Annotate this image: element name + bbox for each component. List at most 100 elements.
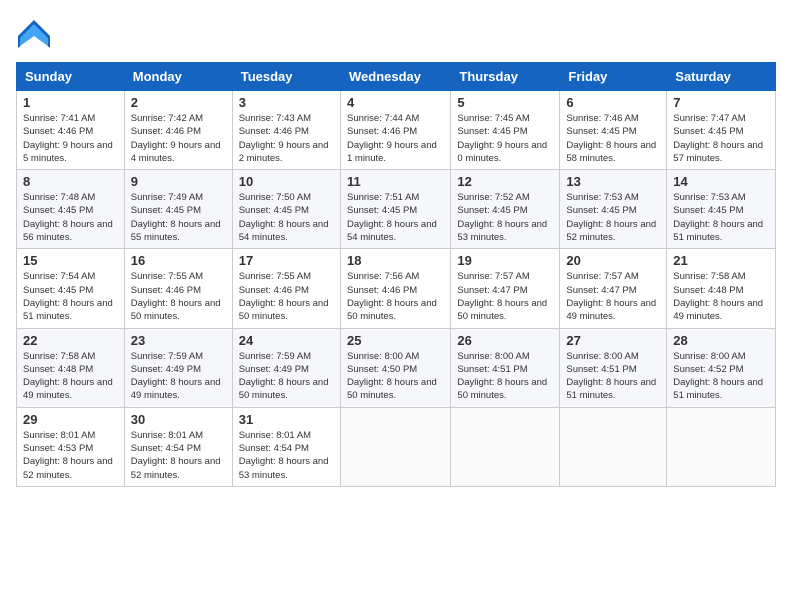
day-info: Sunrise: 7:58 AMSunset: 4:48 PMDaylight:… (23, 350, 118, 403)
col-header-monday: Monday (124, 63, 232, 91)
day-number: 28 (673, 333, 769, 348)
calendar-cell: 7Sunrise: 7:47 AMSunset: 4:45 PMDaylight… (667, 91, 776, 170)
col-header-sunday: Sunday (17, 63, 125, 91)
day-info: Sunrise: 7:44 AMSunset: 4:46 PMDaylight:… (347, 112, 444, 165)
calendar-cell: 24 Sunrise: 7:59 AMSunset: 4:49 PMDayligh… (232, 328, 340, 407)
day-number: 31 (239, 412, 334, 427)
calendar-row: 1 Sunrise: 7:41 AMSunset: 4:46 PMDaylight… (17, 91, 776, 170)
calendar-cell: 19 Sunrise: 7:57 AMSunset: 4:47 PMDayligh… (451, 249, 560, 328)
calendar-cell: 9Sunrise: 7:49 AMSunset: 4:45 PMDaylight… (124, 170, 232, 249)
day-info: Sunrise: 7:57 AMSunset: 4:47 PMDaylight:… (566, 270, 660, 323)
calendar-cell: 21 Sunrise: 7:58 AMSunset: 4:48 PMDayligh… (667, 249, 776, 328)
day-number: 15 (23, 253, 118, 268)
calendar-cell: 27 Sunrise: 8:00 AMSunset: 4:51 PMDayligh… (560, 328, 667, 407)
calendar-header: SundayMondayTuesdayWednesdayThursdayFrid… (17, 63, 776, 91)
calendar-cell (340, 407, 450, 486)
calendar-cell: 15 Sunrise: 7:54 AMSunset: 4:45 PMDayligh… (17, 249, 125, 328)
day-number: 12 (457, 174, 553, 189)
day-number: 27 (566, 333, 660, 348)
day-info: Sunrise: 7:55 AMSunset: 4:46 PMDaylight:… (239, 270, 334, 323)
calendar-cell: 31Sunrise: 8:01 AMSunset: 4:54 PMDayligh… (232, 407, 340, 486)
col-header-wednesday: Wednesday (340, 63, 450, 91)
day-number: 11 (347, 174, 444, 189)
day-info: Sunrise: 7:54 AMSunset: 4:45 PMDaylight:… (23, 270, 118, 323)
day-number: 9 (131, 174, 226, 189)
day-info: Sunrise: 7:59 AMSunset: 4:49 PMDaylight:… (131, 350, 226, 403)
logo-icon (16, 16, 52, 52)
day-info: Sunrise: 7:50 AMSunset: 4:45 PMDaylight:… (239, 191, 334, 244)
calendar-cell: 11 Sunrise: 7:51 AMSunset: 4:45 PMDayligh… (340, 170, 450, 249)
day-number: 14 (673, 174, 769, 189)
calendar-cell: 18 Sunrise: 7:56 AMSunset: 4:46 PMDayligh… (340, 249, 450, 328)
day-number: 20 (566, 253, 660, 268)
header-row: SundayMondayTuesdayWednesdayThursdayFrid… (17, 63, 776, 91)
calendar-cell: 4 Sunrise: 7:44 AMSunset: 4:46 PMDaylight… (340, 91, 450, 170)
page-header (16, 16, 776, 52)
day-number: 26 (457, 333, 553, 348)
calendar-cell: 28 Sunrise: 8:00 AMSunset: 4:52 PMDayligh… (667, 328, 776, 407)
calendar-cell: 3 Sunrise: 7:43 AMSunset: 4:46 PMDaylight… (232, 91, 340, 170)
day-info: Sunrise: 7:52 AMSunset: 4:45 PMDaylight:… (457, 191, 553, 244)
col-header-friday: Friday (560, 63, 667, 91)
day-info: Sunrise: 7:53 AMSunset: 4:45 PMDaylight:… (673, 191, 769, 244)
day-info: Sunrise: 8:01 AMSunset: 4:54 PMDaylight:… (131, 429, 226, 482)
calendar-cell: 8Sunrise: 7:48 AMSunset: 4:45 PMDaylight… (17, 170, 125, 249)
day-info: Sunrise: 7:53 AMSunset: 4:45 PMDaylight:… (566, 191, 660, 244)
calendar-row: 8Sunrise: 7:48 AMSunset: 4:45 PMDaylight… (17, 170, 776, 249)
col-header-tuesday: Tuesday (232, 63, 340, 91)
calendar-cell: 5 Sunrise: 7:45 AMSunset: 4:45 PMDaylight… (451, 91, 560, 170)
day-number: 1 (23, 95, 118, 110)
day-info: Sunrise: 7:48 AMSunset: 4:45 PMDaylight:… (23, 191, 118, 244)
day-number: 30 (131, 412, 226, 427)
calendar-cell (451, 407, 560, 486)
day-info: Sunrise: 8:01 AMSunset: 4:53 PMDaylight:… (23, 429, 118, 482)
day-number: 6 (566, 95, 660, 110)
day-number: 29 (23, 412, 118, 427)
calendar-row: 29 Sunrise: 8:01 AMSunset: 4:53 PMDayligh… (17, 407, 776, 486)
day-number: 3 (239, 95, 334, 110)
calendar-cell: 1 Sunrise: 7:41 AMSunset: 4:46 PMDaylight… (17, 91, 125, 170)
day-info: Sunrise: 7:42 AMSunset: 4:46 PMDaylight:… (131, 112, 226, 165)
day-number: 18 (347, 253, 444, 268)
day-number: 24 (239, 333, 334, 348)
day-number: 10 (239, 174, 334, 189)
calendar-cell: 12 Sunrise: 7:52 AMSunset: 4:45 PMDayligh… (451, 170, 560, 249)
day-info: Sunrise: 8:00 AMSunset: 4:51 PMDaylight:… (566, 350, 660, 403)
calendar-cell: 16Sunrise: 7:55 AMSunset: 4:46 PMDayligh… (124, 249, 232, 328)
day-info: Sunrise: 7:58 AMSunset: 4:48 PMDaylight:… (673, 270, 769, 323)
calendar-cell: 17 Sunrise: 7:55 AMSunset: 4:46 PMDayligh… (232, 249, 340, 328)
day-number: 4 (347, 95, 444, 110)
day-info: Sunrise: 7:41 AMSunset: 4:46 PMDaylight:… (23, 112, 118, 165)
day-info: Sunrise: 7:55 AMSunset: 4:46 PMDaylight:… (131, 270, 226, 323)
calendar-cell: 30 Sunrise: 8:01 AMSunset: 4:54 PMDayligh… (124, 407, 232, 486)
day-number: 19 (457, 253, 553, 268)
day-number: 2 (131, 95, 226, 110)
day-info: Sunrise: 7:51 AMSunset: 4:45 PMDaylight:… (347, 191, 444, 244)
calendar-cell: 22Sunrise: 7:58 AMSunset: 4:48 PMDayligh… (17, 328, 125, 407)
calendar-table: SundayMondayTuesdayWednesdayThursdayFrid… (16, 62, 776, 487)
day-info: Sunrise: 8:00 AMSunset: 4:51 PMDaylight:… (457, 350, 553, 403)
calendar-cell: 26 Sunrise: 8:00 AMSunset: 4:51 PMDayligh… (451, 328, 560, 407)
day-info: Sunrise: 8:00 AMSunset: 4:50 PMDaylight:… (347, 350, 444, 403)
day-number: 13 (566, 174, 660, 189)
day-info: Sunrise: 7:56 AMSunset: 4:46 PMDaylight:… (347, 270, 444, 323)
calendar-cell: 20 Sunrise: 7:57 AMSunset: 4:47 PMDayligh… (560, 249, 667, 328)
logo (16, 16, 56, 52)
calendar-row: 15 Sunrise: 7:54 AMSunset: 4:45 PMDayligh… (17, 249, 776, 328)
day-number: 23 (131, 333, 226, 348)
day-number: 21 (673, 253, 769, 268)
day-info: Sunrise: 8:00 AMSunset: 4:52 PMDaylight:… (673, 350, 769, 403)
calendar-cell: 29 Sunrise: 8:01 AMSunset: 4:53 PMDayligh… (17, 407, 125, 486)
col-header-thursday: Thursday (451, 63, 560, 91)
day-number: 5 (457, 95, 553, 110)
calendar-cell: 10 Sunrise: 7:50 AMSunset: 4:45 PMDayligh… (232, 170, 340, 249)
calendar-cell: 14 Sunrise: 7:53 AMSunset: 4:45 PMDayligh… (667, 170, 776, 249)
day-info: Sunrise: 7:43 AMSunset: 4:46 PMDaylight:… (239, 112, 334, 165)
day-info: Sunrise: 7:57 AMSunset: 4:47 PMDaylight:… (457, 270, 553, 323)
calendar-cell (560, 407, 667, 486)
day-info: Sunrise: 7:46 AMSunset: 4:45 PMDaylight:… (566, 112, 660, 165)
day-number: 17 (239, 253, 334, 268)
col-header-saturday: Saturday (667, 63, 776, 91)
day-info: Sunrise: 7:59 AMSunset: 4:49 PMDaylight:… (239, 350, 334, 403)
day-info: Sunrise: 7:45 AMSunset: 4:45 PMDaylight:… (457, 112, 553, 165)
